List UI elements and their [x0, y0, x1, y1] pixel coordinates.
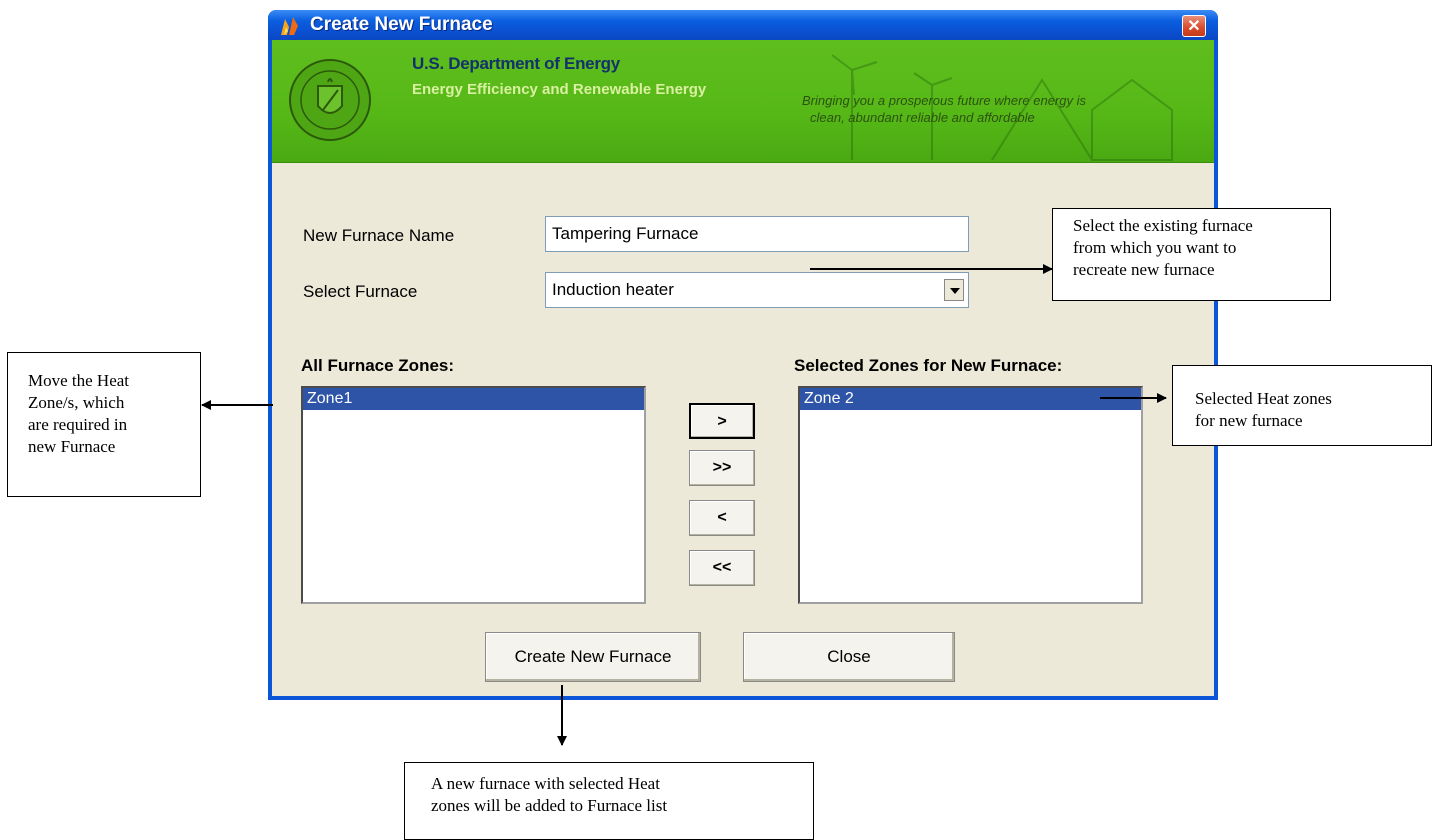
- callout-arrows: [201, 264, 1167, 746]
